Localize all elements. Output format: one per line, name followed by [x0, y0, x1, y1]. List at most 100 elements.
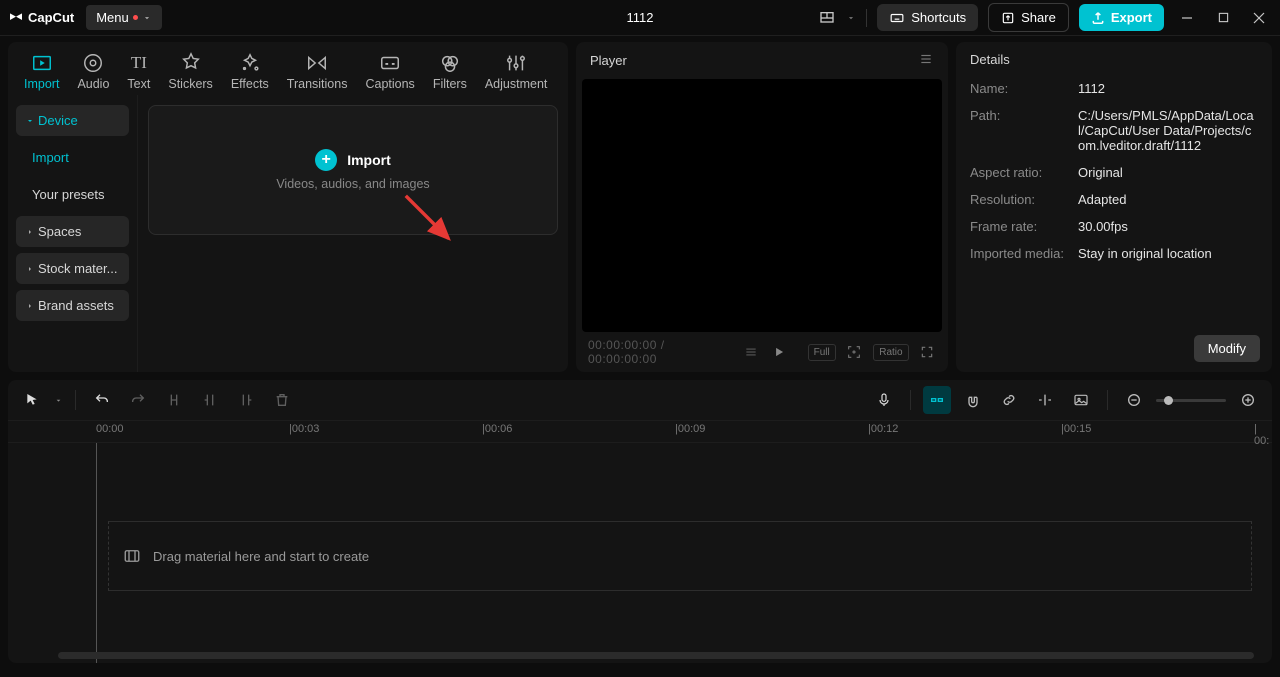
chevron-down-icon[interactable] [54, 396, 63, 405]
fullscreen-button[interactable] [919, 343, 936, 361]
scale-button[interactable] [846, 343, 863, 361]
capcut-icon [8, 10, 24, 26]
player-list-button[interactable] [743, 343, 760, 361]
cursor-icon [24, 392, 40, 408]
chevron-down-icon[interactable] [846, 13, 856, 23]
tab-captions[interactable]: Captions [359, 48, 420, 95]
caret-right-icon [26, 228, 34, 236]
shortcuts-button[interactable]: Shortcuts [877, 4, 978, 31]
scrollbar-thumb[interactable] [58, 652, 1254, 659]
caret-right-icon [26, 302, 34, 310]
minimize-icon [1181, 12, 1193, 24]
audio-tab-icon [82, 52, 104, 74]
playhead[interactable] [96, 443, 97, 663]
import-dropzone[interactable]: + Import Videos, audios, and images [148, 105, 558, 235]
split-icon [166, 392, 182, 408]
value-aspect: Original [1078, 165, 1123, 180]
label-media: Imported media: [970, 246, 1066, 261]
effects-tab-icon [239, 52, 261, 74]
separator [866, 9, 867, 27]
media-sidebar: Device Import Your presets Spaces Stock … [8, 95, 138, 372]
magnet-track-button[interactable] [959, 386, 987, 414]
tab-filters[interactable]: Filters [427, 48, 473, 95]
timeline-ruler[interactable]: 00:00 |00:03 |00:06 |00:09 |00:12 |00:15… [8, 421, 1272, 443]
preview-axis-icon [1037, 392, 1053, 408]
ruler-tick: |00:15 [1061, 423, 1091, 435]
record-button[interactable] [870, 386, 898, 414]
window-close[interactable] [1246, 5, 1272, 31]
label-aspect: Aspect ratio: [970, 165, 1066, 180]
media-tabs: Import Audio TI Text Stickers Effects Tr… [8, 42, 568, 95]
undo-icon [94, 392, 110, 408]
label-framerate: Frame rate: [970, 219, 1066, 234]
full-button[interactable]: Full [808, 344, 836, 361]
hamburger-icon [918, 52, 934, 66]
frame-icon [846, 344, 862, 360]
link-button[interactable] [995, 386, 1023, 414]
details-panel: Details Name:1112 Path:C:/Users/PMLS/App… [956, 42, 1272, 372]
sidebar-sub-import[interactable]: Import [16, 142, 129, 173]
tab-import[interactable]: Import [18, 48, 65, 95]
redo-button[interactable] [124, 386, 152, 414]
tab-text[interactable]: TI Text [121, 48, 156, 95]
sidebar-item-spaces[interactable]: Spaces [16, 216, 129, 247]
sidebar-item-stock[interactable]: Stock mater... [16, 253, 129, 284]
tab-audio[interactable]: Audio [71, 48, 115, 95]
titlebar: CapCut Menu 1112 Shortcuts Share Export [0, 0, 1280, 36]
split-button[interactable] [160, 386, 188, 414]
selection-tool[interactable] [18, 386, 46, 414]
zoom-thumb[interactable] [1164, 396, 1173, 405]
preview-axis-button[interactable] [1031, 386, 1059, 414]
timeline-scrollbar[interactable] [58, 652, 1254, 659]
import-title: Import [347, 152, 391, 168]
caret-right-icon [26, 265, 34, 273]
label-path: Path: [970, 108, 1066, 153]
timeline-toolbar [8, 380, 1272, 421]
trim-left-button[interactable] [196, 386, 224, 414]
zoom-out-button[interactable] [1120, 386, 1148, 414]
tab-transitions[interactable]: Transitions [281, 48, 354, 95]
window-minimize[interactable] [1174, 5, 1200, 31]
app-name: CapCut [28, 10, 74, 25]
sidebar-sub-presets[interactable]: Your presets [16, 179, 129, 210]
tab-effects[interactable]: Effects [225, 48, 275, 95]
timeline-drop-hint[interactable]: Drag material here and start to create [108, 521, 1252, 591]
trim-right-button[interactable] [232, 386, 260, 414]
tab-stickers[interactable]: Stickers [162, 48, 218, 95]
ratio-button[interactable]: Ratio [873, 344, 908, 361]
project-title: 1112 [627, 10, 654, 25]
share-button[interactable]: Share [988, 3, 1069, 32]
film-icon [123, 547, 141, 565]
sidebar-item-brand[interactable]: Brand assets [16, 290, 129, 321]
shortcuts-label: Shortcuts [911, 10, 966, 25]
close-icon [1253, 12, 1265, 24]
export-button[interactable]: Export [1079, 4, 1164, 31]
maximize-icon [1218, 12, 1229, 23]
delete-button[interactable] [268, 386, 296, 414]
zoom-in-button[interactable] [1234, 386, 1262, 414]
magnet-track-icon [965, 392, 981, 408]
adjustment-tab-icon [505, 52, 527, 74]
player-menu-button[interactable] [918, 52, 934, 69]
ruler-tick: |00:03 [289, 423, 319, 435]
magnet-main-button[interactable] [923, 386, 951, 414]
layout-button[interactable] [818, 9, 836, 27]
mic-icon [876, 392, 892, 408]
zoom-slider[interactable] [1156, 399, 1226, 402]
sidebar-item-device[interactable]: Device [16, 105, 129, 136]
window-maximize[interactable] [1210, 5, 1236, 31]
trash-icon [274, 392, 290, 408]
timecode-total: 00:00:00:00 [588, 352, 657, 366]
cover-button[interactable] [1067, 386, 1095, 414]
play-button[interactable] [770, 343, 787, 361]
undo-button[interactable] [88, 386, 116, 414]
player-panel: Player 00:00:00:00 / 00:00:00:00 Full Ra… [576, 42, 948, 372]
timeline-tracks[interactable]: Drag material here and start to create [8, 443, 1272, 663]
value-name: 1112 [1078, 81, 1105, 96]
tab-adjustment[interactable]: Adjustment [479, 48, 554, 95]
modify-button[interactable]: Modify [1194, 335, 1260, 362]
media-panel: Import Audio TI Text Stickers Effects Tr… [8, 42, 568, 372]
menu-button[interactable]: Menu [86, 5, 162, 30]
trim-right-icon [238, 392, 254, 408]
export-label: Export [1111, 10, 1152, 25]
